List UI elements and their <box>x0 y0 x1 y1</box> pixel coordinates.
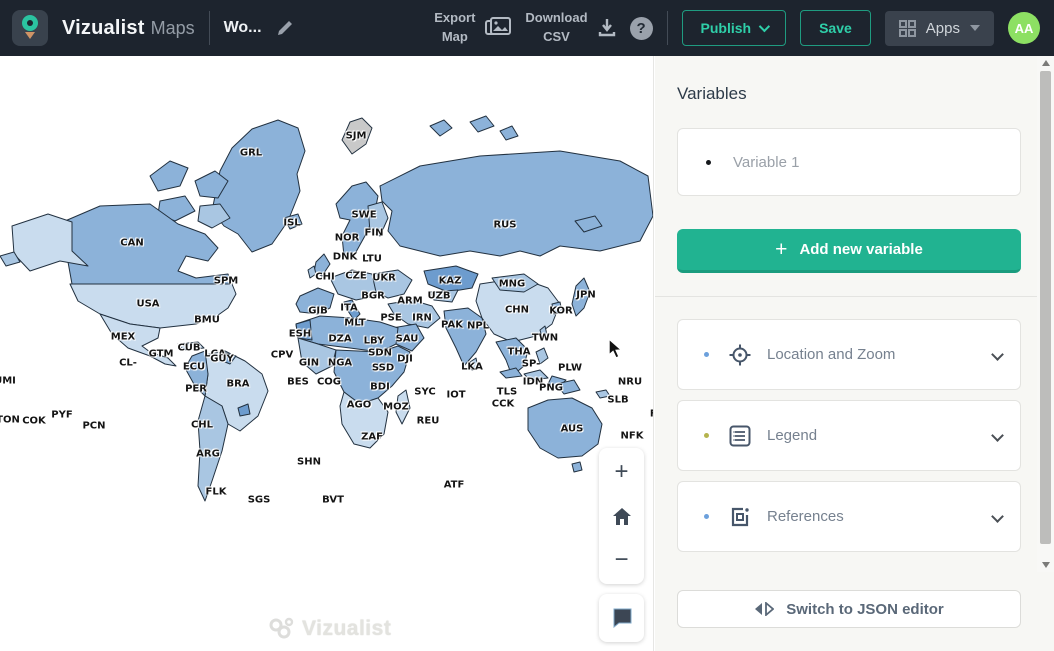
section-legend[interactable]: Legend <box>677 400 1021 471</box>
brand-product: Maps <box>151 18 195 39</box>
variable-list-card[interactable]: Variable 1 <box>677 128 1021 196</box>
variables-heading: Variables <box>677 84 1021 104</box>
status-dot <box>704 433 709 438</box>
top-navbar: Vizualist Maps Wo... Export Map Download… <box>0 0 1054 56</box>
avatar-initials: AA <box>1015 21 1034 36</box>
chevron-down-icon[interactable] <box>991 510 1004 523</box>
map-watermark: Vizualist <box>268 616 391 642</box>
add-variable-label: Add new variable <box>799 241 922 258</box>
divider <box>655 296 1037 297</box>
section-location-and-zoom[interactable]: Location and Zoom <box>677 319 1021 390</box>
apps-label: Apps <box>926 20 960 37</box>
references-icon <box>729 506 751 528</box>
user-avatar[interactable]: AA <box>1008 12 1040 44</box>
world-map[interactable] <box>0 56 654 651</box>
export-map-button[interactable]: Export Map <box>434 9 511 47</box>
download-icon <box>598 18 616 38</box>
plus-icon: + <box>775 239 787 260</box>
divider <box>209 11 210 45</box>
bullet-icon <box>706 160 711 165</box>
sidebar-scrollbar[interactable] <box>1037 56 1054 572</box>
save-button[interactable]: Save <box>800 10 871 46</box>
switch-json-editor-button[interactable]: Switch to JSON editor <box>677 590 1021 628</box>
watermark-text: Vizualist <box>302 617 391 641</box>
publish-button[interactable]: Publish <box>682 10 787 46</box>
map-canvas[interactable]: SJM GRL SWE ISL RUS FIN CAN NOR DNK LTU … <box>0 56 654 651</box>
export-map-icon <box>485 17 511 39</box>
divider <box>667 11 668 45</box>
download-csv-button[interactable]: Download CSV <box>525 9 615 47</box>
map-pin-icon <box>21 15 39 41</box>
scroll-down-arrow[interactable] <box>1037 558 1054 572</box>
section-label: Legend <box>767 427 817 444</box>
document-title[interactable]: Wo... <box>224 19 262 37</box>
chevron-down-icon[interactable] <box>991 348 1004 361</box>
home-icon <box>612 507 632 526</box>
chat-bubble-icon <box>611 608 633 628</box>
brand-name: Vizualist <box>62 17 145 40</box>
publish-label: Publish <box>701 20 752 36</box>
download-csv-label: Download CSV <box>525 9 587 47</box>
scrollbar-thumb[interactable] <box>1040 71 1051 544</box>
legend-list-icon <box>729 425 751 447</box>
chevron-down-icon[interactable] <box>991 429 1004 442</box>
home-button[interactable] <box>608 502 636 530</box>
variable-item-label[interactable]: Variable 1 <box>733 154 799 171</box>
help-question-mark: ? <box>636 20 645 37</box>
watermark-logo-icon <box>268 616 296 642</box>
zoom-out-button[interactable]: − <box>608 546 636 574</box>
zoom-in-button[interactable]: + <box>608 458 636 486</box>
brand: Vizualist Maps <box>62 17 195 40</box>
status-dot <box>704 514 709 519</box>
add-variable-button[interactable]: + Add new variable <box>677 229 1021 273</box>
right-sidebar: Variables Variable 1 + Add new variable … <box>655 56 1054 651</box>
save-label: Save <box>819 20 852 36</box>
section-label: Location and Zoom <box>767 346 895 363</box>
map-zoom-controls: + − <box>599 448 644 584</box>
chevron-down-icon <box>759 21 770 32</box>
code-toggle-icon <box>754 602 774 616</box>
app-logo[interactable] <box>12 10 48 46</box>
apps-button[interactable]: Apps <box>885 11 994 46</box>
section-references[interactable]: References <box>677 481 1021 552</box>
switch-json-editor-label: Switch to JSON editor <box>786 601 944 618</box>
apps-grid-icon <box>899 20 916 37</box>
feedback-chat-button[interactable] <box>599 594 644 642</box>
status-dot <box>704 352 709 357</box>
section-label: References <box>767 508 844 525</box>
scroll-up-arrow[interactable] <box>1037 56 1054 70</box>
help-button[interactable]: ? <box>630 17 653 40</box>
location-crosshair-icon <box>729 344 751 366</box>
caret-down-icon <box>970 25 980 31</box>
edit-title-icon[interactable] <box>276 19 294 37</box>
export-map-label: Export Map <box>434 9 475 47</box>
